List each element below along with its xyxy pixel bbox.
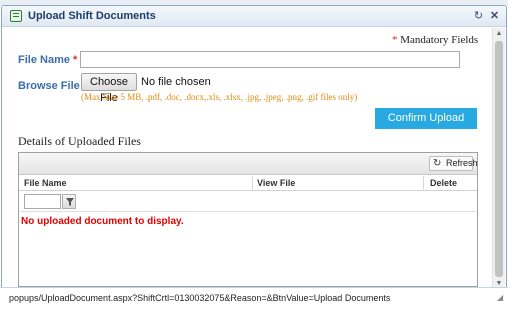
choose-file-button[interactable]: Choose File (81, 73, 137, 104)
column-delete[interactable]: Delete (430, 178, 457, 188)
empty-grid-message: No uploaded document to display. (21, 216, 184, 227)
confirm-upload-button[interactable]: Confirm Upload (375, 108, 477, 129)
file-status: No file chosen (141, 76, 211, 88)
uploaded-files-title: Details of Uploaded Files (18, 134, 141, 148)
scroll-up-icon[interactable]: ▲ (493, 28, 505, 40)
dialog-titlebar[interactable]: Upload Shift Documents ↻ ✕ (2, 6, 506, 27)
grid-toolbar: ↻ Refresh (19, 153, 478, 175)
filter-icon[interactable] (62, 194, 76, 209)
grid-header: File Name View File Delete (19, 176, 477, 191)
status-bar: popups/UploadDocument.aspx?ShiftCrtl=013… (0, 287, 508, 311)
column-divider (423, 176, 424, 191)
document-icon (10, 10, 22, 22)
mandatory-text: Mandatory Fields (400, 34, 479, 46)
file-size-hint: (Max Size 5 MB, .pdf, .doc, .docx,.xls, … (81, 92, 358, 102)
dialog-title: Upload Shift Documents (28, 10, 156, 22)
scroll-thumb[interactable] (495, 41, 503, 277)
resize-grip-icon[interactable]: ◢ (497, 293, 506, 302)
refresh-label: Refresh (446, 158, 478, 168)
refresh-button[interactable]: ↻ Refresh (429, 156, 478, 171)
status-url: popups/UploadDocument.aspx?ShiftCrtl=013… (9, 293, 391, 303)
reload-dialog-icon[interactable]: ↻ (472, 10, 485, 23)
file-name-input[interactable] (80, 51, 460, 68)
file-name-filter-input[interactable] (24, 194, 61, 209)
required-mark: * (73, 54, 78, 66)
browse-file-label: Browse File * (18, 80, 87, 92)
column-divider (252, 176, 253, 191)
upload-dialog: Upload Shift Documents ↻ ✕ ▲ ▼ * Mandato… (1, 5, 507, 307)
mandatory-star: * (392, 34, 398, 46)
refresh-icon: ↻ (433, 158, 442, 169)
close-icon[interactable]: ✕ (488, 10, 501, 23)
vertical-scrollbar[interactable]: ▲ ▼ (492, 28, 505, 290)
column-view-file[interactable]: View File (257, 178, 295, 188)
filter-row (19, 192, 477, 212)
mandatory-note: * Mandatory Fields (392, 34, 478, 46)
column-file-name[interactable]: File Name (24, 178, 67, 188)
uploaded-files-grid: ↻ Refresh File Name View File Delete No … (18, 152, 478, 287)
file-name-label: File Name * (18, 54, 78, 66)
